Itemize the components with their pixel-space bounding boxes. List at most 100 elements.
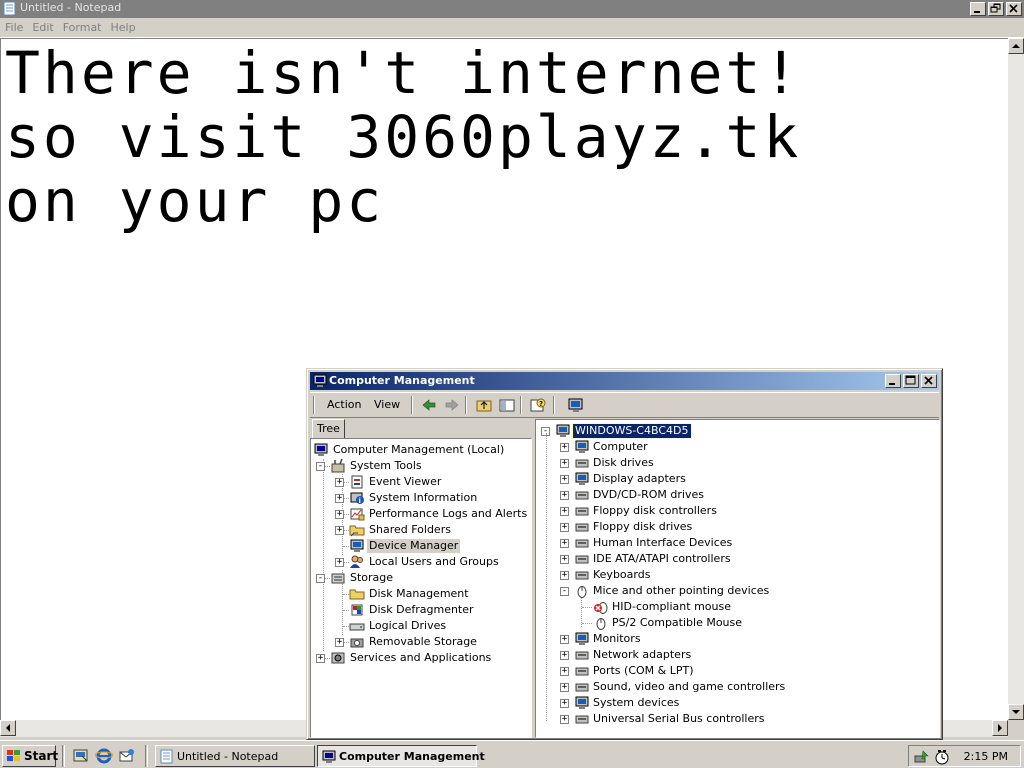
device-tree-root[interactable]: - WINDOWS-C4BC4D5 <box>536 423 936 439</box>
expand-icon[interactable]: + <box>560 555 569 564</box>
tree-node[interactable]: + Services and Applications <box>311 650 531 666</box>
show-hide-tree-icon[interactable] <box>498 397 516 414</box>
device-category[interactable]: + Monitors <box>536 631 936 647</box>
device-category[interactable]: + IDE ATA/ATAPI controllers <box>536 551 936 567</box>
properties-help-icon[interactable]: ? <box>529 397 547 414</box>
view-menu[interactable]: View <box>374 398 400 411</box>
device-category[interactable]: + Disk drives <box>536 455 936 471</box>
tree-node-label: Logical Drives <box>369 619 447 632</box>
tree-node[interactable]: + Local Users and Groups <box>311 554 531 570</box>
device-category[interactable]: + System devices <box>536 695 936 711</box>
generic-device-icon <box>574 711 590 727</box>
device-item[interactable]: PS/2 Compatible Mouse <box>536 615 936 631</box>
expand-icon[interactable]: + <box>335 510 344 519</box>
tree-node[interactable]: + Event Viewer <box>311 474 531 490</box>
left-tree[interactable]: Computer Management (Local) - System Tools… <box>310 438 532 738</box>
device-category[interactable]: + Computer <box>536 439 936 455</box>
device-tree[interactable]: - WINDOWS-C4BC4D5 + Computer + Disk drives + Di… <box>535 419 940 738</box>
tree-node[interactable]: Logical Drives <box>311 618 531 634</box>
menu-file[interactable]: File <box>0 18 27 34</box>
internet-explorer-icon[interactable] <box>95 747 113 765</box>
device-category[interactable]: + Display adapters <box>536 471 936 487</box>
show-desktop-icon[interactable] <box>72 747 90 765</box>
notepad-title-bar[interactable]: Untitled - Notepad <box>0 0 1024 18</box>
device-category[interactable]: + Universal Serial Bus controllers <box>536 711 936 727</box>
expand-icon[interactable]: + <box>560 491 569 500</box>
expand-icon[interactable]: + <box>560 699 569 708</box>
expand-icon[interactable]: + <box>560 523 569 532</box>
expand-icon[interactable]: + <box>335 526 344 535</box>
expand-icon[interactable]: + <box>335 558 344 567</box>
expand-icon[interactable]: + <box>560 459 569 468</box>
device-category[interactable]: + DVD/CD-ROM drives <box>536 487 936 503</box>
safely-remove-hardware-icon[interactable] <box>913 748 931 766</box>
computer-management-icon <box>313 442 329 458</box>
tree-node[interactable]: Disk Defragmenter <box>311 602 531 618</box>
cm-close-button[interactable] <box>921 374 937 388</box>
scheduled-tasks-icon[interactable] <box>933 748 951 766</box>
outlook-express-icon[interactable] <box>118 747 136 765</box>
tree-node[interactable]: + Removable Storage <box>311 634 531 650</box>
device-category[interactable]: + Keyboards <box>536 567 936 583</box>
expand-icon[interactable]: + <box>560 651 569 660</box>
tree-node[interactable]: - System Tools <box>311 458 531 474</box>
expand-icon[interactable]: + <box>335 494 344 503</box>
expand-icon[interactable]: + <box>560 715 569 724</box>
device-category[interactable]: + Sound, video and game controllers <box>536 679 936 695</box>
expand-icon[interactable]: + <box>560 443 569 452</box>
collapse-icon[interactable]: - <box>560 587 569 596</box>
close-button[interactable] <box>1006 2 1022 16</box>
action-menu[interactable]: Action <box>327 398 361 411</box>
back-arrow-icon[interactable] <box>420 397 438 414</box>
collapse-icon[interactable]: - <box>316 462 325 471</box>
device-category[interactable]: - Mice and other pointing devices <box>536 583 936 599</box>
collapse-icon[interactable]: - <box>316 574 325 583</box>
tab-tree[interactable]: Tree <box>312 419 345 439</box>
expand-icon[interactable]: + <box>560 571 569 580</box>
tree-node[interactable]: Device Manager <box>311 538 531 554</box>
device-label: Disk drives <box>593 456 654 469</box>
expand-icon[interactable]: + <box>560 635 569 644</box>
cm-maximize-button[interactable] <box>903 374 919 388</box>
tree-node[interactable]: Disk Management <box>311 586 531 602</box>
restore-button[interactable] <box>988 2 1004 16</box>
scroll-up-button[interactable] <box>1008 38 1024 54</box>
tree-node[interactable]: + i System Information <box>311 490 531 506</box>
scroll-right-button[interactable] <box>992 720 1008 736</box>
menu-edit[interactable]: Edit <box>27 18 57 34</box>
task-notepad[interactable]: Untitled - Notepad <box>155 745 315 767</box>
menu-format[interactable]: Format <box>58 18 106 34</box>
expand-icon[interactable]: + <box>316 654 325 663</box>
cm-title-bar[interactable]: Computer Management <box>310 372 939 390</box>
task-computer-management[interactable]: Computer Management <box>317 745 485 767</box>
up-one-level-icon[interactable] <box>475 397 493 414</box>
cm-minimize-button[interactable] <box>885 374 901 388</box>
forward-arrow-icon[interactable] <box>443 397 461 414</box>
device-category[interactable]: + Floppy disk controllers <box>536 503 936 519</box>
tree-node[interactable]: + Performance Logs and Alerts <box>311 506 531 522</box>
minimize-button[interactable] <box>970 2 986 16</box>
expand-icon[interactable]: + <box>560 667 569 676</box>
device-category[interactable]: + Human Interface Devices <box>536 535 936 551</box>
menu-help[interactable]: Help <box>106 18 140 34</box>
expand-icon[interactable]: + <box>335 478 344 487</box>
start-button[interactable]: Start <box>2 745 58 767</box>
monitor-icon <box>574 631 590 647</box>
scroll-left-button[interactable] <box>0 720 16 736</box>
scan-hardware-icon[interactable] <box>567 397 585 414</box>
tree-node[interactable]: - Storage <box>311 570 531 586</box>
scroll-down-button[interactable] <box>1008 704 1024 720</box>
expand-icon[interactable]: + <box>560 507 569 516</box>
vertical-scrollbar[interactable] <box>1008 38 1024 720</box>
device-item[interactable]: HID-compliant mouse <box>536 599 936 615</box>
expand-icon[interactable]: + <box>560 475 569 484</box>
expand-icon[interactable]: + <box>335 638 344 647</box>
device-category[interactable]: + Floppy disk drives <box>536 519 936 535</box>
expand-icon[interactable]: + <box>560 539 569 548</box>
device-category[interactable]: + Ports (COM & LPT) <box>536 663 936 679</box>
tree-node[interactable]: + Shared Folders <box>311 522 531 538</box>
tree-node[interactable]: Computer Management (Local) <box>311 442 531 458</box>
expand-icon[interactable]: + <box>560 683 569 692</box>
device-category[interactable]: + Network adapters <box>536 647 936 663</box>
clock[interactable]: 2:15 PM <box>964 750 1008 763</box>
